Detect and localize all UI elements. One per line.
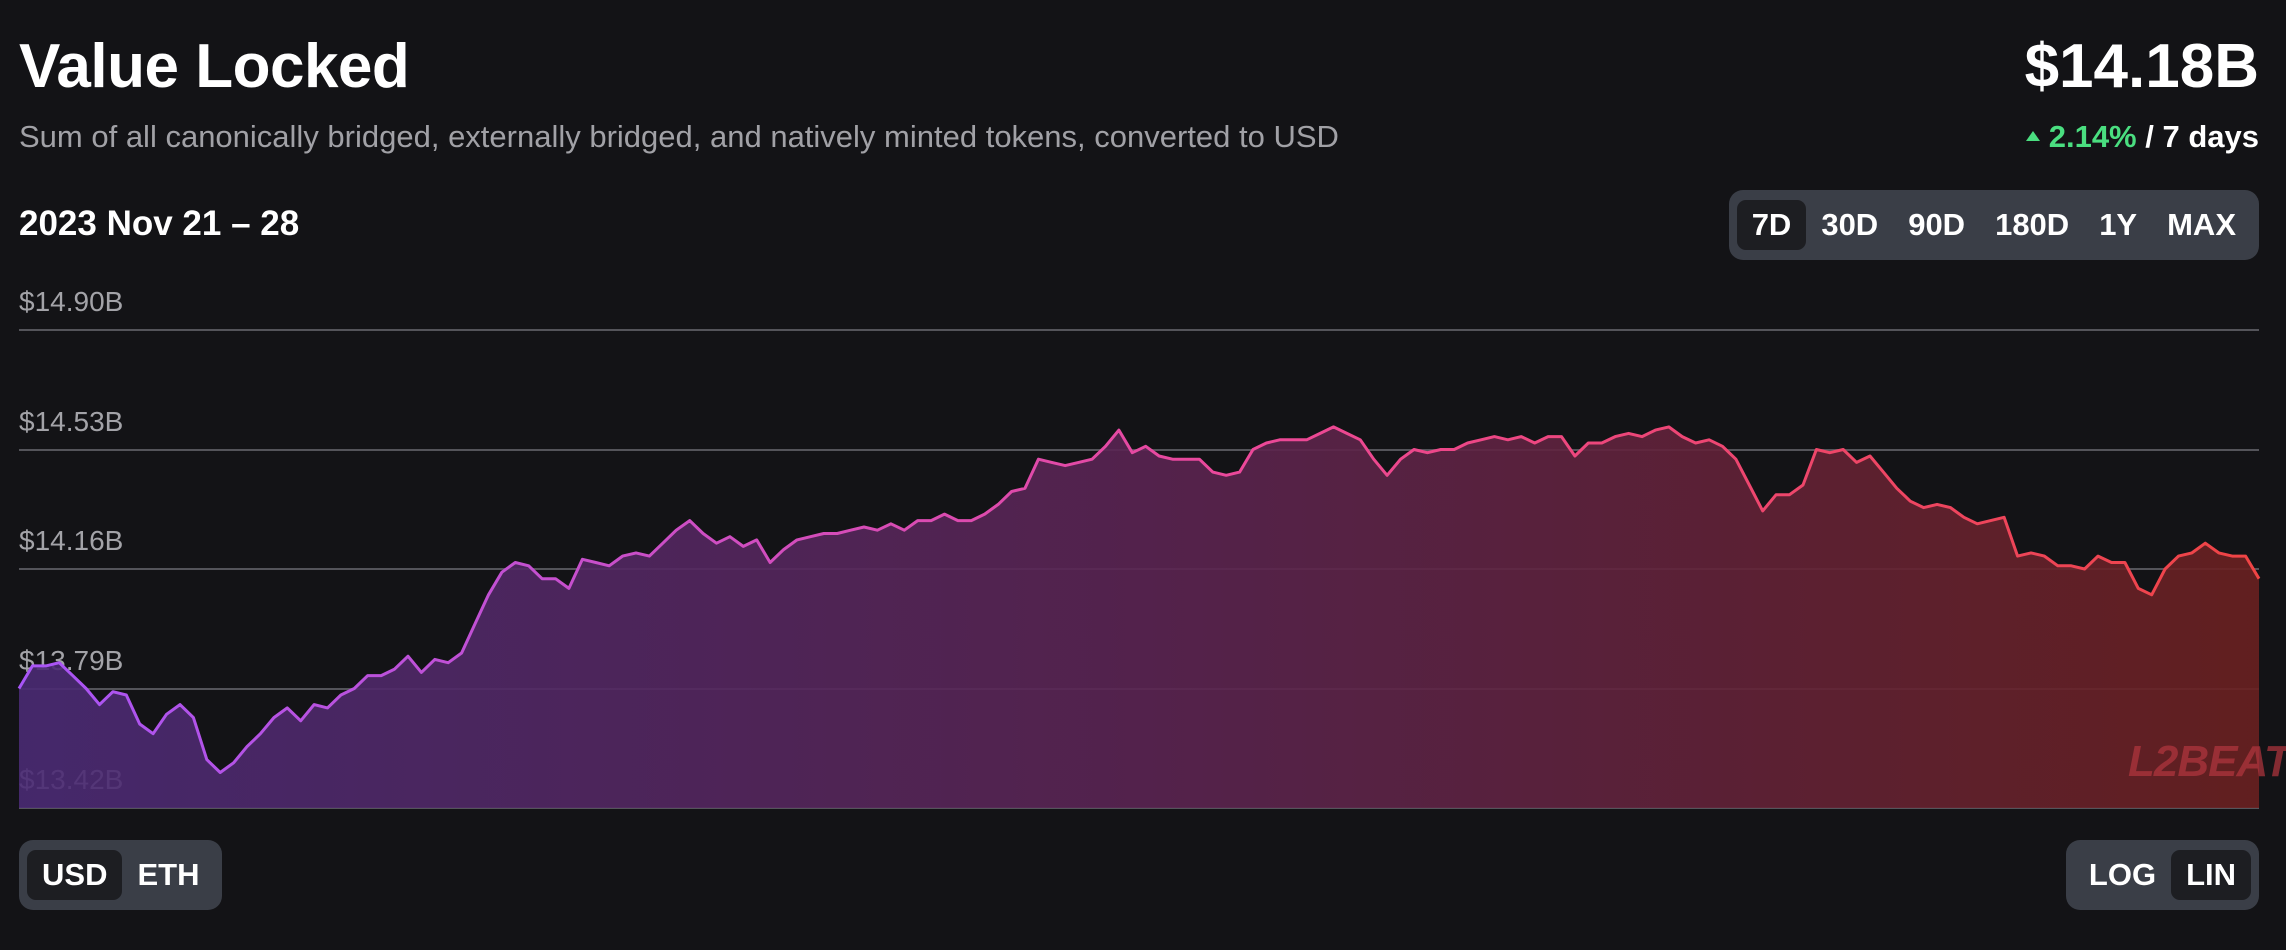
scale-selector: LOG LIN bbox=[2065, 840, 2259, 910]
scale-log-button[interactable]: LOG bbox=[2074, 850, 2171, 900]
value-locked-chart bbox=[17, 425, 2261, 808]
scale-lin-button[interactable]: LIN bbox=[2171, 850, 2251, 900]
currency-selector: USD ETH bbox=[19, 840, 223, 910]
series-area bbox=[19, 426, 2259, 808]
currency-eth-button[interactable]: ETH bbox=[122, 850, 214, 900]
l2beat-watermark: L2BEAT bbox=[2128, 737, 2286, 786]
currency-usd-button[interactable]: USD bbox=[27, 850, 123, 900]
